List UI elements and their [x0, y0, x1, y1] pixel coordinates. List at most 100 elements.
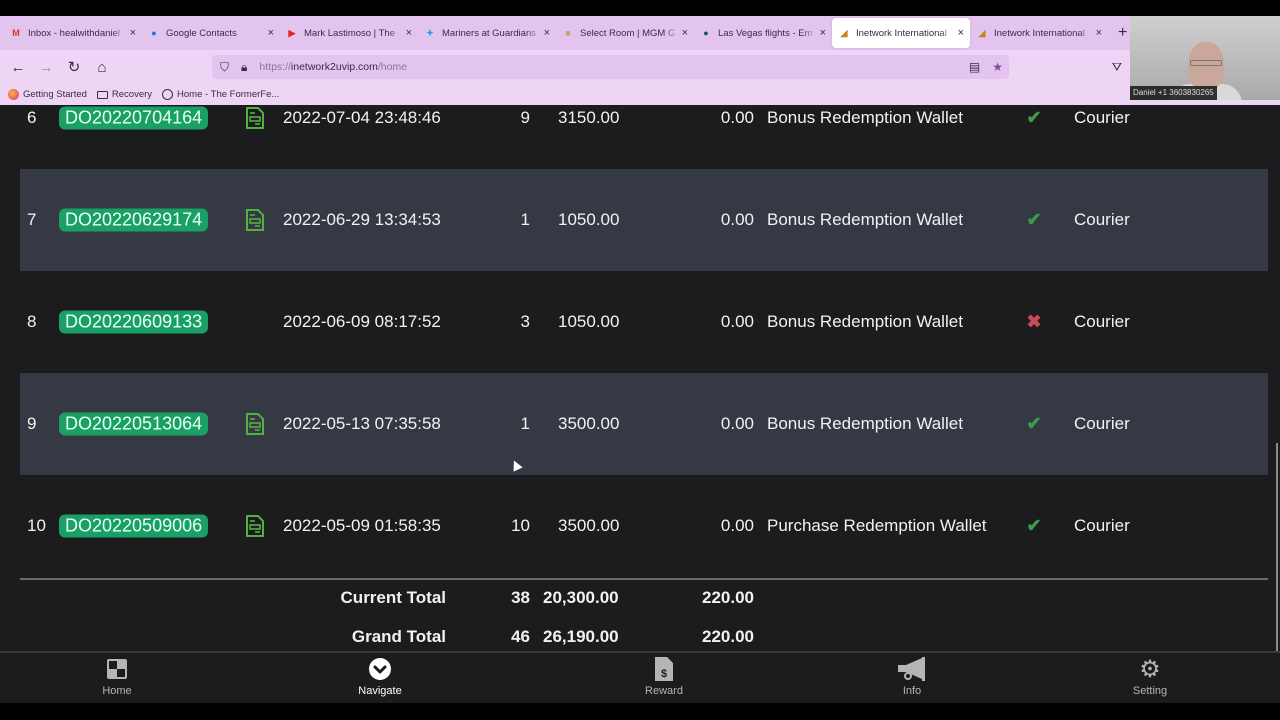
bottom-nav: Home Navigate $ Reward Info ⚙ Setting — [0, 651, 1280, 703]
document-icon[interactable] — [246, 107, 264, 129]
bookmark-recovery[interactable]: Recovery — [96, 89, 152, 100]
order-qty: 1 — [520, 210, 530, 229]
webcam-person-head — [1188, 42, 1224, 90]
reload-button[interactable]: ↻ — [60, 58, 88, 76]
order-wallet: Purchase Redemption Wallet — [767, 516, 987, 535]
close-icon[interactable]: × — [130, 27, 136, 39]
tab-flights[interactable]: ● Las Vegas flights - Em × — [694, 18, 832, 48]
firefox-icon — [8, 89, 19, 100]
tab-title: Mark Lastimoso | The — [304, 27, 395, 39]
cross-icon: ✖ — [1026, 311, 1042, 332]
close-icon[interactable]: × — [1096, 27, 1102, 39]
screen: M Inbox - healwithdaniel × ● Google Cont… — [0, 0, 1280, 720]
order-fee: 0.00 — [720, 108, 754, 127]
navigate-icon — [369, 657, 391, 681]
table-row[interactable]: 10 DO20220509006 2022-05-09 01:58:35 10 3500… — [20, 475, 1268, 577]
reward-icon: $ — [655, 657, 673, 681]
url-path: /home — [377, 61, 408, 73]
close-icon[interactable]: × — [406, 27, 412, 39]
check-icon: ✔ — [1026, 107, 1042, 128]
order-qty: 9 — [520, 108, 530, 127]
order-id-badge[interactable]: DO20220509006 — [59, 514, 209, 538]
tab-youtube[interactable]: ▶ Mark Lastimoso | The × — [280, 18, 418, 48]
lock-icon[interactable]: 🔒︎ — [241, 60, 247, 75]
pocket-icon[interactable]: ⛛ — [1112, 60, 1122, 75]
tab-bar: M Inbox - healwithdaniel × ● Google Cont… — [0, 16, 1130, 50]
order-id-badge[interactable]: DO20220704164 — [59, 106, 209, 130]
bookmark-getting-started[interactable]: Getting Started — [8, 89, 87, 100]
shield-icon[interactable]: ⛉ — [220, 60, 229, 75]
tab-gmail[interactable]: M Inbox - healwithdaniel × — [4, 18, 142, 48]
order-datetime: 2022-05-13 07:35:58 — [283, 414, 441, 433]
close-icon[interactable]: × — [682, 27, 688, 39]
tab-google-contacts[interactable]: ● Google Contacts × — [142, 18, 280, 48]
table-row[interactable]: 8 DO20220609133 2022-06-09 08:17:52 3 1050.0… — [20, 271, 1268, 373]
url-domain: inetwork2uvip.com — [290, 61, 378, 73]
tab-mgm[interactable]: ■ Select Room | MGM G × — [556, 18, 694, 48]
tab-title: Google Contacts — [166, 27, 237, 39]
bookmark-label: Home - The FormerFe... — [177, 89, 280, 100]
current-total-label: Current Total — [340, 588, 446, 607]
bookmark-home-formerfe[interactable]: Home - The FormerFe... — [162, 89, 279, 100]
back-button[interactable]: ← — [4, 59, 32, 76]
new-tab-button[interactable]: + — [1118, 24, 1127, 42]
nav-reward[interactable]: $ Reward — [624, 657, 704, 697]
order-wallet: Bonus Redemption Wallet — [767, 210, 963, 229]
order-fee: 0.00 — [720, 312, 754, 331]
url-bar[interactable]: ⛉ 🔒︎ https://inetwork2uvip.com/home ▤ ★ — [212, 55, 1009, 79]
order-shipping: Courier — [1074, 108, 1130, 127]
order-amount: 3500.00 — [558, 414, 620, 433]
order-amount: 1050.00 — [558, 210, 620, 229]
tab-twitter[interactable]: ✦ Mariners at Guardians × — [418, 18, 556, 48]
grand-total-label: Grand Total — [351, 627, 446, 646]
grand-total-fee: 220.00 — [702, 627, 754, 646]
order-qty: 10 — [511, 516, 530, 535]
top-strip — [0, 0, 1280, 16]
inetwork-icon: ◢ — [840, 27, 848, 38]
nav-setting[interactable]: ⚙ Setting — [1110, 655, 1190, 698]
table-row[interactable]: 7 DO20220629174 2022-06-29 13:34:53 1 1050.0… — [20, 169, 1268, 271]
order-amount: 3150.00 — [558, 108, 620, 127]
close-icon[interactable]: × — [958, 27, 964, 39]
tab-inetwork[interactable]: ◢ Inetwork International × — [970, 18, 1108, 48]
gmail-icon: M — [12, 28, 20, 38]
forward-button[interactable]: → — [32, 59, 60, 76]
tab-title: Select Room | MGM G — [580, 27, 676, 39]
table-row[interactable]: 6 DO20220704164 2022-07-04 23:48:46 9 3150.0… — [20, 105, 1268, 169]
order-fee: 0.00 — [720, 414, 754, 433]
scrollbar[interactable] — [1276, 443, 1278, 651]
close-icon[interactable]: × — [820, 27, 826, 39]
tab-inetwork-active[interactable]: ◢ Inetwork International × — [832, 18, 970, 48]
current-total-amount: 20,300.00 — [543, 588, 619, 607]
inetwork-icon: ◢ — [978, 27, 986, 38]
nav-info[interactable]: Info — [872, 657, 952, 697]
home-button[interactable]: ⌂ — [88, 59, 116, 76]
close-icon[interactable]: × — [268, 27, 274, 39]
order-id-badge[interactable]: DO20220513064 — [59, 412, 209, 436]
bookmark-star-icon[interactable]: ★ — [992, 60, 1003, 74]
grand-total-amount: 26,190.00 — [543, 627, 619, 646]
bookmarks-bar: Getting Started Recovery Home - The Form… — [0, 84, 1280, 105]
nav-navigate[interactable]: Navigate — [340, 657, 420, 697]
row-index: 7 — [27, 210, 37, 229]
bottom-strip — [0, 703, 1280, 720]
row-index: 6 — [27, 108, 37, 127]
row-index: 9 — [27, 414, 37, 433]
order-id-badge[interactable]: DO20220609133 — [59, 310, 209, 334]
table-row[interactable]: 9 DO20220513064 2022-05-13 07:35:58 1 3500.0… — [20, 373, 1268, 475]
row-index: 8 — [27, 312, 37, 331]
order-id-badge[interactable]: DO20220629174 — [59, 208, 209, 232]
close-icon[interactable]: × — [544, 27, 550, 39]
megaphone-icon — [898, 657, 926, 681]
tab-title: Las Vegas flights - Em — [718, 27, 813, 39]
gear-icon: ⚙ — [1139, 655, 1161, 683]
url-prefix: https:// — [259, 61, 291, 73]
order-shipping: Courier — [1074, 312, 1130, 331]
bookmark-label: Getting Started — [23, 89, 87, 100]
document-icon[interactable] — [246, 413, 264, 435]
document-icon[interactable] — [246, 209, 264, 231]
current-total-qty: 38 — [511, 588, 530, 607]
document-icon[interactable] — [246, 515, 264, 537]
nav-home[interactable]: Home — [77, 657, 157, 697]
reader-view-icon[interactable]: ▤ — [969, 60, 980, 74]
